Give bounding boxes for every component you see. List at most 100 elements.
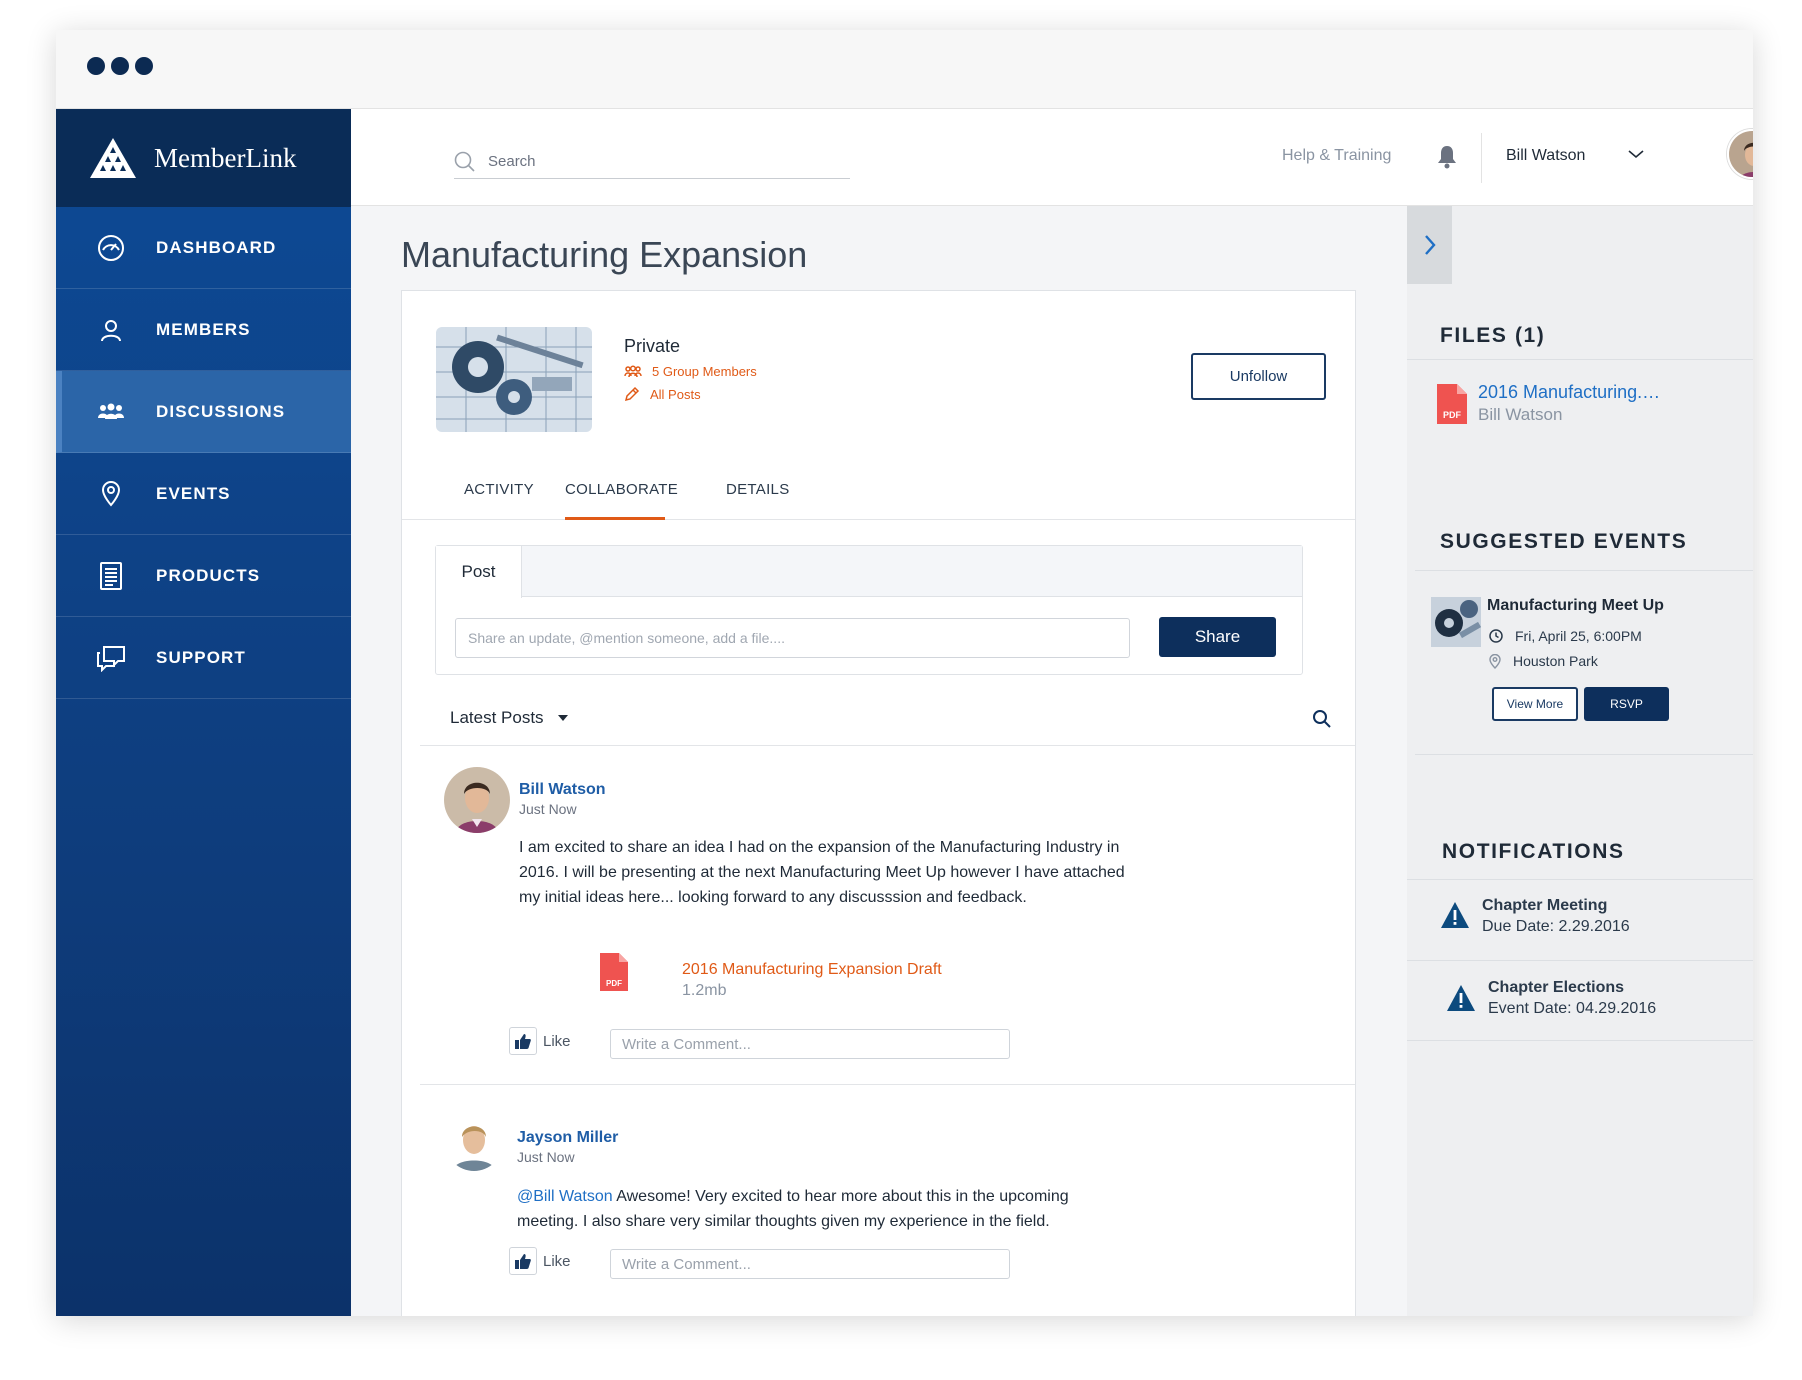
files-heading: FILES (1) [1440, 324, 1546, 347]
post-body: I am excited to share an idea I had on t… [519, 839, 1125, 906]
pencil-icon [624, 386, 640, 402]
post-composer: Post Share [435, 545, 1303, 675]
pdf-icon[interactable]: PDF [600, 953, 628, 996]
svg-text:PDF: PDF [606, 979, 622, 988]
post-author[interactable]: Bill Watson [519, 781, 606, 799]
group-icon [96, 397, 126, 427]
share-update-input[interactable] [455, 618, 1130, 658]
window-dot-3 [135, 57, 153, 75]
unfollow-button[interactable]: Unfollow [1191, 353, 1326, 400]
warning-icon[interactable] [1440, 901, 1470, 934]
tab-post[interactable]: Post [436, 546, 522, 598]
event-location-text: Houston Park [1513, 653, 1598, 669]
dashboard-icon [96, 233, 126, 263]
right-rail: FILES (1) PDF 2016 Manufacturing.… Bill … [1407, 206, 1753, 1316]
pdf-icon[interactable]: PDF [1437, 384, 1467, 429]
window-dot-1 [87, 57, 105, 75]
group-members-link[interactable]: 5 Group Members [624, 364, 757, 379]
nav-label: DISCUSSIONS [156, 401, 286, 421]
nav-label: EVENTS [156, 483, 231, 503]
bell-icon[interactable] [1437, 145, 1457, 174]
nav-item-members[interactable]: MEMBERS [56, 289, 351, 371]
file-link[interactable]: 2016 Manufacturing.… [1478, 382, 1660, 403]
nav-label: SUPPORT [156, 647, 246, 667]
notification-date: Event Date: 04.29.2016 [1488, 1000, 1657, 1017]
user-name[interactable]: Bill Watson [1506, 147, 1585, 165]
nav-item-support[interactable]: SUPPORT [56, 617, 351, 699]
composer-header [436, 546, 1302, 597]
all-posts-label: All Posts [650, 386, 701, 402]
like-button[interactable]: Like [509, 1247, 571, 1275]
chevron-down-icon[interactable] [1627, 147, 1645, 165]
suggested-events-heading: SUGGESTED EVENTS [1440, 530, 1688, 553]
divider [1415, 754, 1753, 755]
thumbs-up-icon [509, 1247, 537, 1275]
post-time: Just Now [517, 1149, 575, 1165]
divider [420, 745, 1355, 746]
avatar[interactable] [444, 767, 510, 833]
event-date-text: Fri, April 25, 6:00PM [1515, 628, 1642, 644]
location-pin-icon [1489, 653, 1501, 669]
nav-label: MEMBERS [156, 319, 251, 339]
nav-item-discussions[interactable]: DISCUSSIONS [56, 371, 351, 453]
rsvp-button[interactable]: RSVP [1584, 687, 1669, 721]
nav-item-events[interactable]: EVENTS [56, 453, 351, 535]
help-training-link[interactable]: Help & Training [1282, 147, 1391, 165]
view-more-button[interactable]: View More [1492, 687, 1578, 721]
divider [1407, 960, 1753, 961]
mention-link[interactable]: @Bill Watson [517, 1188, 613, 1205]
privacy-label: Private [624, 336, 681, 356]
window-dot-2 [111, 57, 129, 75]
event-title[interactable]: Manufacturing Meet Up [1487, 597, 1664, 615]
divider [1415, 570, 1753, 571]
notification-title[interactable]: Chapter Elections [1488, 979, 1624, 997]
nav-item-products[interactable]: PRODUCTS [56, 535, 351, 617]
warning-icon[interactable] [1446, 984, 1476, 1017]
nav-label: PRODUCTS [156, 565, 261, 585]
search-icon [454, 151, 475, 172]
search-icon[interactable] [1312, 709, 1332, 734]
document-icon [96, 561, 126, 591]
like-button[interactable]: Like [509, 1027, 571, 1055]
app-window: MemberLink DASHBOARD MEMBERS DISCUSSIONS… [56, 30, 1753, 1316]
like-label: Like [543, 1252, 571, 1270]
group-members-label: 5 Group Members [652, 364, 757, 379]
event-image[interactable] [1431, 597, 1481, 647]
logo-icon [90, 138, 136, 178]
tab-collaborate[interactable]: COLLABORATE [565, 481, 678, 520]
divider [1407, 1040, 1753, 1041]
notification-date: Due Date: 2.29.2016 [1482, 918, 1630, 935]
notification-title[interactable]: Chapter Meeting [1482, 897, 1607, 915]
all-posts-link[interactable]: All Posts [624, 386, 701, 402]
avatar[interactable] [445, 1113, 503, 1171]
top-bar: Help & Training Bill Watson [351, 109, 1753, 206]
sort-dropdown[interactable]: Latest Posts [450, 708, 568, 728]
group-icon [624, 364, 642, 377]
chevron-right-icon[interactable] [1407, 206, 1452, 284]
post-author[interactable]: Jayson Miller [517, 1129, 618, 1147]
tab-activity[interactable]: ACTIVITY [464, 481, 534, 520]
brand-name: MemberLink [154, 142, 297, 173]
post-time: Just Now [519, 801, 577, 817]
search-input[interactable] [488, 153, 828, 170]
page-title: Manufacturing Expansion [401, 234, 808, 275]
caret-down-icon [557, 715, 568, 721]
tab-details[interactable]: DETAILS [726, 481, 790, 520]
comment-input[interactable] [610, 1029, 1010, 1059]
attachment-link[interactable]: 2016 Manufacturing Expansion Draft [682, 961, 942, 979]
brand[interactable]: MemberLink [56, 109, 351, 207]
avatar[interactable] [1727, 129, 1753, 179]
divider [1407, 359, 1753, 360]
search-box [454, 145, 850, 179]
group-image [436, 327, 592, 432]
sidebar: MemberLink DASHBOARD MEMBERS DISCUSSIONS… [56, 109, 351, 1316]
person-icon [96, 315, 126, 345]
svg-text:PDF: PDF [1443, 410, 1462, 420]
divider [420, 1084, 1355, 1085]
file-owner: Bill Watson [1478, 405, 1563, 424]
thumbs-up-icon [509, 1027, 537, 1055]
comment-input[interactable] [610, 1249, 1010, 1279]
share-button[interactable]: Share [1159, 617, 1276, 657]
divider [1407, 879, 1753, 880]
nav-item-dashboard[interactable]: DASHBOARD [56, 207, 351, 289]
